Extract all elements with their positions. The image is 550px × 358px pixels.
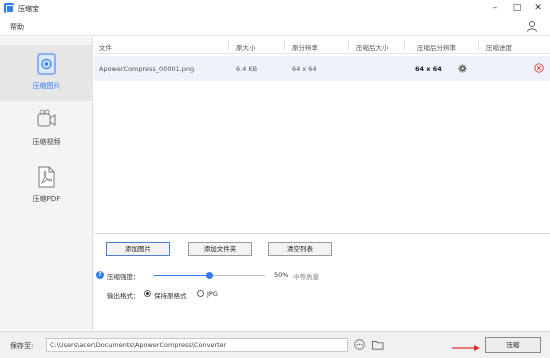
window-title: 压缩宝 [18, 5, 39, 13]
radio-keep-format[interactable] [144, 290, 151, 297]
main-panel: 文件 原大小 原分辨率 压缩后大小 压缩后分辨率 压缩进度 ApowerComp… [94, 37, 550, 330]
save-path-input[interactable] [46, 338, 348, 352]
pdf-icon [38, 166, 55, 188]
compression-strength-label: 压缩强度： [107, 273, 140, 281]
column-header-file: 文件 [99, 44, 112, 52]
sidebar-item-compress-pdf[interactable]: 压缩PDF [0, 158, 93, 214]
sidebar-item-label: 压缩视频 [32, 138, 61, 146]
title-bar: 压缩宝 – □ ✕ [0, 0, 550, 17]
delete-icon[interactable] [534, 63, 544, 73]
add-image-button[interactable]: 添加图片 [106, 242, 170, 256]
column-header-progress: 压缩进度 [486, 44, 512, 52]
column-divider [348, 40, 349, 51]
column-divider [478, 40, 479, 51]
menu-bar: 帮助 [0, 17, 550, 36]
app-logo-icon [4, 3, 14, 13]
cell-compressed-resolution: 64 x 64 [415, 65, 442, 73]
radio-jpg[interactable] [197, 290, 204, 297]
table-row[interactable]: ApowerCompress_00001.png 6.4 KB 64 x 64 … [94, 56, 550, 81]
settings-panel: 添加图片 添加文件夹 清空列表 ? 压缩强度： 50% 中等质量 输出格式： 保… [94, 233, 550, 330]
cell-file-name: ApowerCompress_00001.png [99, 65, 195, 73]
cell-original-size: 6.4 KB [236, 65, 258, 73]
arrow-right-icon [452, 345, 480, 351]
sidebar-item-compress-image[interactable]: 压缩图片 [0, 45, 93, 101]
column-divider [284, 40, 285, 51]
cell-original-resolution: 64 x 64 [292, 65, 317, 73]
add-folder-button[interactable]: 添加文件夹 [188, 242, 252, 256]
clear-list-button[interactable]: 清空列表 [268, 242, 332, 256]
column-divider [228, 40, 229, 51]
sidebar-item-compress-video[interactable]: 压缩视频 [0, 101, 93, 157]
output-format-label: 输出格式： [107, 292, 140, 300]
save-to-label: 保存至: [10, 342, 34, 350]
table-header: 文件 原大小 原分辨率 压缩后大小 压缩后分辨率 压缩进度 [94, 37, 550, 54]
compress-button[interactable]: 压缩 [485, 337, 541, 353]
sidebar: 压缩图片 压缩视频 压缩PDF [0, 37, 93, 330]
user-icon[interactable] [526, 20, 538, 32]
option-keep-format[interactable]: 保持原格式 [154, 290, 187, 300]
maximize-button[interactable]: □ [510, 2, 524, 14]
gear-icon[interactable] [458, 64, 467, 73]
folder-icon[interactable] [372, 340, 384, 350]
column-header-original-resolution: 原分辨率 [292, 44, 318, 52]
image-icon [37, 53, 56, 75]
slider-fill [154, 275, 210, 276]
footer-bar: 保存至: 压缩 [0, 331, 550, 358]
help-icon[interactable]: ? [96, 271, 104, 279]
more-options-icon[interactable] [354, 339, 365, 350]
option-jpg[interactable]: JPG [207, 290, 218, 298]
compression-strength-slider[interactable] [154, 272, 265, 279]
video-icon [37, 109, 56, 127]
slider-thumb[interactable] [206, 272, 213, 279]
close-button[interactable]: ✕ [531, 2, 545, 14]
compression-quality-desc: 中等质量 [293, 273, 319, 281]
compression-strength-value: 50% [274, 271, 289, 279]
column-header-compressed-resolution: 压缩后分辨率 [417, 44, 456, 52]
menu-help[interactable]: 帮助 [10, 22, 24, 32]
column-header-original-size: 原大小 [236, 44, 256, 52]
column-divider [404, 40, 405, 51]
minimize-button[interactable]: – [488, 2, 502, 14]
column-header-compressed-size: 压缩后大小 [356, 44, 389, 52]
sidebar-item-label: 压缩PDF [32, 195, 61, 203]
sidebar-item-label: 压缩图片 [32, 82, 61, 90]
